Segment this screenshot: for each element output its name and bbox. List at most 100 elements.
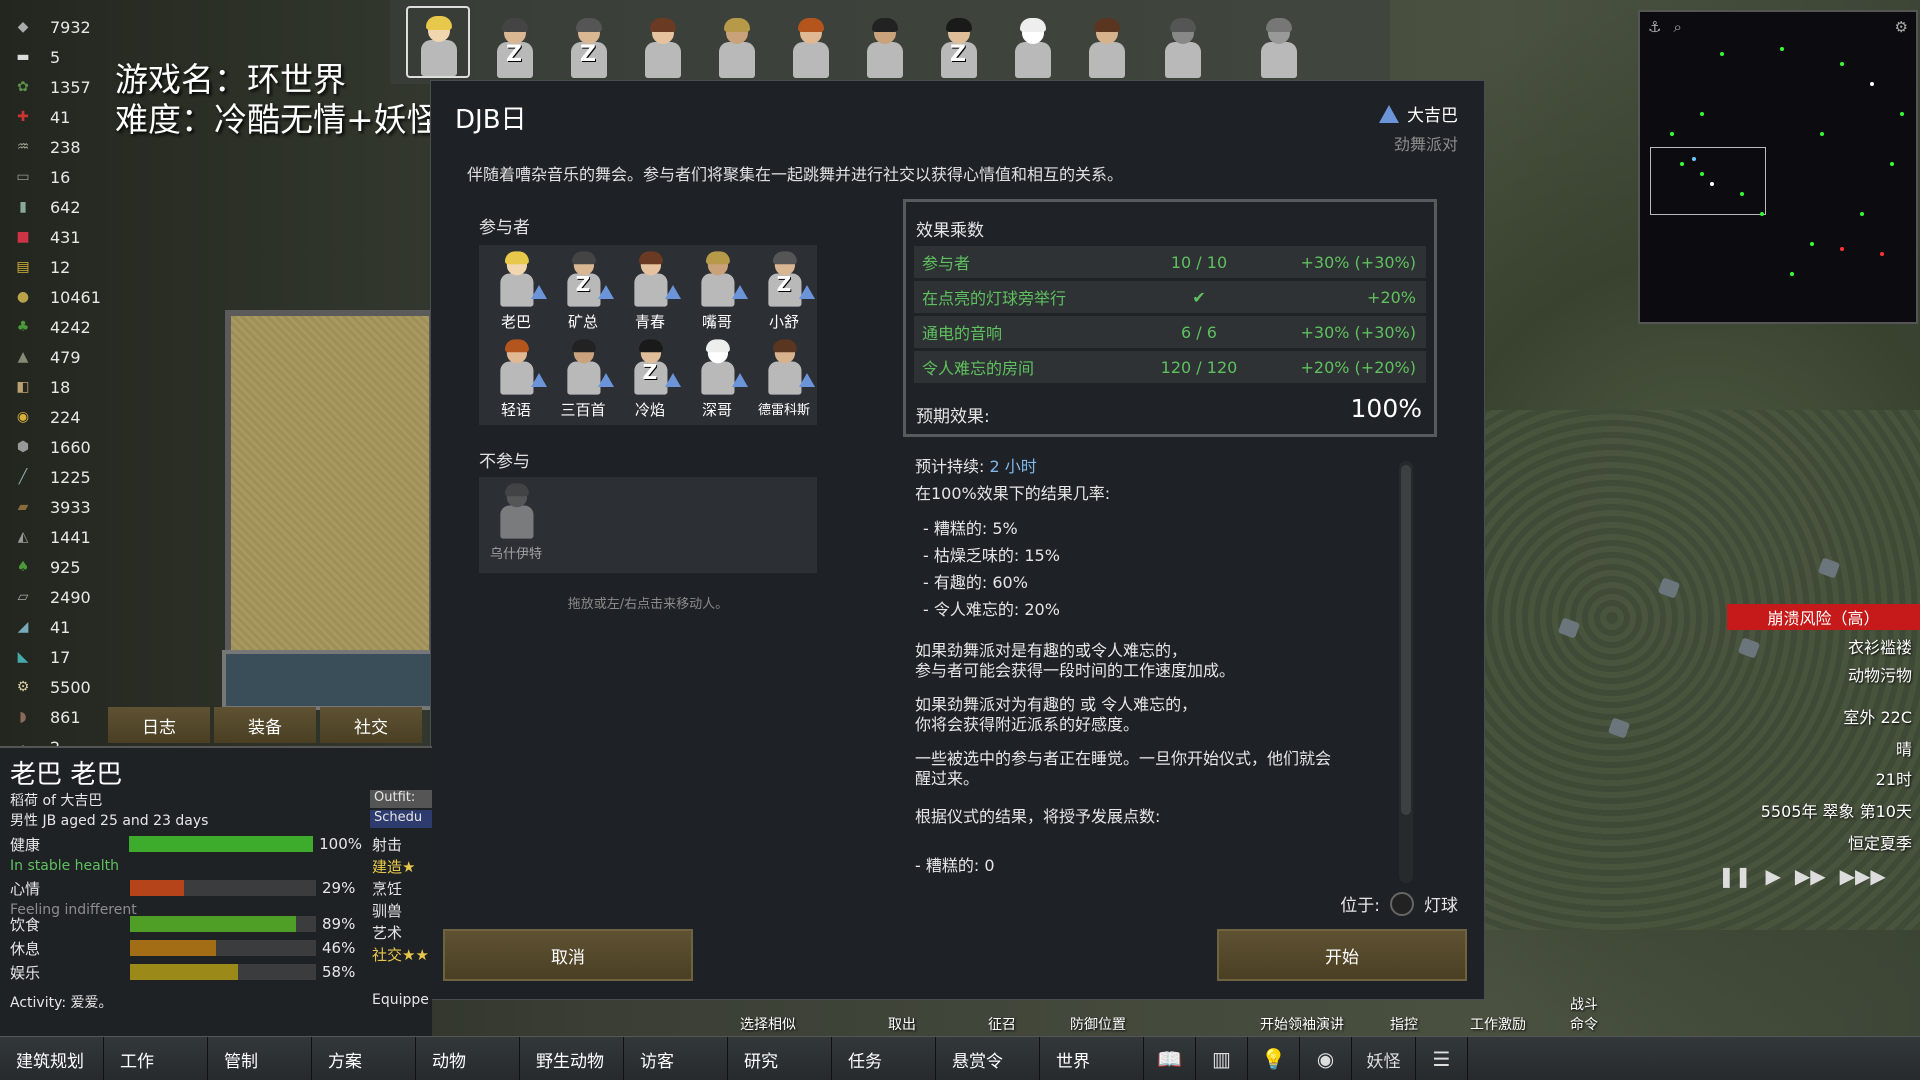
colonist-portrait[interactable]: Z: [556, 6, 620, 78]
tab-social[interactable]: 社交: [320, 707, 422, 743]
minimap-marker: [1700, 172, 1704, 176]
command-5[interactable]: 指控: [1390, 1014, 1418, 1034]
idea-icon[interactable]: 💡: [1248, 1037, 1300, 1080]
faster-icon[interactable]: ▶▶▶: [1840, 864, 1886, 888]
portrait-body: [768, 361, 802, 395]
participant-slot[interactable]: 三百首: [550, 337, 616, 423]
participant-slot[interactable]: 德雷科斯: [751, 337, 817, 423]
portrait-hair: [705, 251, 730, 265]
minimap-marker: [1810, 242, 1814, 246]
pawn-portrait: [1010, 18, 1054, 78]
effect-value: 10 / 10: [1170, 252, 1228, 272]
tab-log[interactable]: 日志: [108, 707, 210, 743]
minimap-marker: [1670, 132, 1674, 136]
participant-slot[interactable]: 轻语: [483, 337, 549, 423]
main-tab-4[interactable]: 动物: [416, 1037, 520, 1080]
tab-gear[interactable]: 装备: [214, 707, 316, 743]
participant-slot[interactable]: Z 冷焰: [617, 337, 683, 423]
resource-count: 41: [50, 617, 71, 637]
gold-icon: ◉: [16, 409, 30, 425]
participant-slot[interactable]: Z 矿总: [550, 249, 616, 335]
participant-slot[interactable]: 嘴哥: [684, 249, 750, 335]
main-tab-8[interactable]: 任务: [832, 1037, 936, 1080]
ideology-name: 大吉巴: [1407, 106, 1458, 126]
main-tab-6[interactable]: 访客: [624, 1037, 728, 1080]
colonist-portrait[interactable]: [852, 6, 916, 78]
participant-slot[interactable]: 深哥: [684, 337, 750, 423]
command-7[interactable]: 战斗命令: [1570, 994, 1604, 1034]
menu-icon[interactable]: ☰: [1416, 1037, 1468, 1080]
resource-count: 10461: [50, 287, 101, 307]
command-4[interactable]: 开始领袖演讲: [1260, 1014, 1344, 1034]
outfit-selector[interactable]: Outfit: 仕: [370, 790, 432, 808]
main-tab-3[interactable]: 方案: [312, 1037, 416, 1080]
main-tab-0[interactable]: 建筑规划: [0, 1037, 104, 1080]
participant-name: 青春: [634, 313, 665, 331]
command-0[interactable]: 选择相似: [740, 1014, 796, 1034]
nonparticipant-name: 乌什伊特: [489, 547, 542, 562]
colonist-portrait[interactable]: [1074, 6, 1138, 78]
minimap[interactable]: ⚓ ⌕ ⚙: [1638, 10, 1918, 324]
effect-bonus: +20%: [1367, 287, 1416, 307]
ideology-icon: [665, 285, 681, 299]
colonist-portrait[interactable]: [778, 6, 842, 78]
play-icon[interactable]: ▶: [1766, 864, 1781, 888]
minimap-marker: [1900, 112, 1904, 116]
sleeping-icon: Z: [506, 42, 522, 67]
sleeping-icon: Z: [642, 361, 658, 385]
main-tab-10[interactable]: 世界: [1040, 1037, 1144, 1080]
fast-icon[interactable]: ▶▶: [1795, 864, 1826, 888]
colonist-portrait[interactable]: [704, 6, 768, 78]
command-3[interactable]: 防御位置: [1070, 1014, 1126, 1034]
participant-slot[interactable]: 老巴: [483, 249, 549, 335]
portrait-body: [719, 42, 755, 78]
resource-item: ▲ 479: [8, 342, 108, 372]
effect-value: 120 / 120: [1160, 357, 1238, 377]
colonist-portrait[interactable]: [1000, 6, 1064, 78]
location-value: 灯球: [1424, 896, 1458, 916]
main-tab-2[interactable]: 管制: [208, 1037, 312, 1080]
resource-item: ▱ 2490: [8, 582, 108, 612]
scrollbar-thumb[interactable]: [1401, 465, 1411, 815]
collapse-risk-alert[interactable]: 崩溃风险（高）: [1727, 604, 1920, 630]
command-bar: 选择相似 取出 征召 防御位置 开始领袖演讲 指控 工作激励 战斗命令: [740, 997, 1640, 1036]
nonparticipant-slot[interactable]: 乌什伊特: [483, 481, 549, 567]
main-tab-yokai[interactable]: 妖怪: [1352, 1037, 1416, 1080]
portrait-body: [1165, 42, 1201, 78]
anchor-icon[interactable]: ⚓: [1648, 18, 1661, 36]
info-scrollbar[interactable]: [1399, 461, 1413, 883]
participant-slot[interactable]: Z 小舒: [751, 249, 817, 335]
cancel-button[interactable]: 取消: [443, 929, 693, 981]
colonist-portrait[interactable]: [1150, 6, 1214, 78]
book-icon[interactable]: 📖: [1144, 1037, 1196, 1080]
ritual-description: 伴随着嘈杂音乐的舞会。参与者们将聚集在一起跳舞并进行社交以获得心情值和相互的关系…: [467, 165, 1124, 184]
sleeping-icon: Z: [575, 273, 591, 297]
colonist-portrait[interactable]: [630, 6, 694, 78]
effect-label: 参与者: [922, 254, 971, 273]
command-2[interactable]: 征召: [988, 1014, 1016, 1034]
main-tab-9[interactable]: 悬赏令: [936, 1037, 1040, 1080]
stats-icon[interactable]: ▥: [1196, 1037, 1248, 1080]
colonist-portrait[interactable]: [1246, 6, 1310, 78]
participant-slot[interactable]: 青春: [617, 249, 683, 335]
command-6[interactable]: 工作激励: [1470, 1014, 1526, 1034]
ideology-icon[interactable]: ◉: [1300, 1037, 1352, 1080]
participants-grid[interactable]: 老巴 Z 矿总 青春 嘴哥 Z 小舒轻语 三百首 Z 冷焰 深哥 德雷科斯: [479, 245, 817, 425]
start-button[interactable]: 开始: [1217, 929, 1467, 981]
need-bar: [130, 940, 316, 956]
main-tab-1[interactable]: 工作: [104, 1037, 208, 1080]
command-1[interactable]: 取出: [888, 1014, 916, 1034]
colonist-portrait[interactable]: Z: [482, 6, 546, 78]
main-tab-7[interactable]: 研究: [728, 1037, 832, 1080]
room-floor: [225, 310, 435, 670]
schedule-selector[interactable]: Schedu: [370, 810, 432, 828]
main-tab-5[interactable]: 野生动物: [520, 1037, 624, 1080]
gear-icon[interactable]: ⚙: [1895, 18, 1908, 36]
pawn-portrait: [1256, 18, 1300, 78]
colonist-portrait[interactable]: Z: [926, 6, 990, 78]
pause-icon[interactable]: ❚❚: [1718, 864, 1752, 888]
search-icon[interactable]: ⌕: [1673, 18, 1681, 36]
nonparticipants-grid[interactable]: 乌什伊特: [479, 477, 817, 573]
resource-item: ▤ 12: [8, 252, 108, 282]
colonist-portrait[interactable]: [406, 6, 470, 78]
